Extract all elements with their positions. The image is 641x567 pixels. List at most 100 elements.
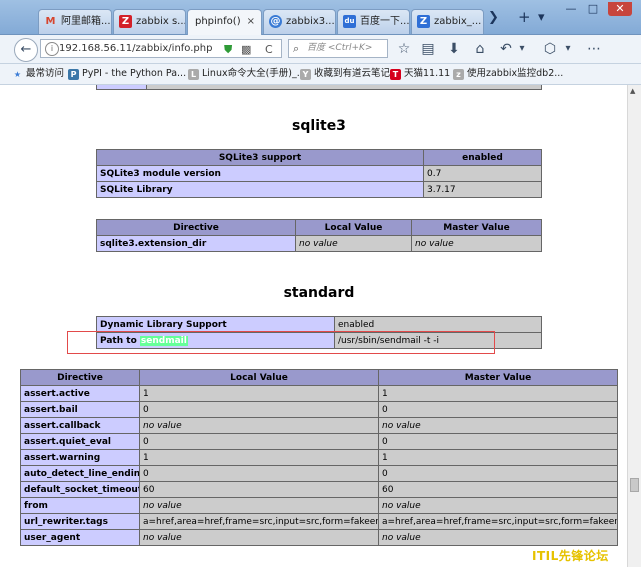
tmall-icon: T [390,69,401,80]
bookmark-label: 使用zabbix监控db2... [467,68,564,79]
tab-list-button[interactable]: ▾ [538,10,545,25]
directive-name: sqlite3.extension_dir [96,235,296,252]
mail-icon: M [45,16,56,27]
tab-bar: M 阿里邮箱... Z zabbix s... phpinfo() × @ za… [0,0,641,35]
sqlite3-directive-table: Directive Local Value Master Value sqlit… [96,219,542,252]
directive-name: SQLite Library [96,181,424,198]
bookmark-youdao-note[interactable]: Y 收藏到有道云笔记 [300,66,390,82]
tab-aliyun-mail[interactable]: M 阿里邮箱... [38,9,112,34]
table-row: assert.active 1 1 [20,385,618,402]
bookmark-label: 天猫11.11 [404,68,451,79]
table-row: assert.bail 0 0 [20,401,618,418]
table-row: assert.warning 1 1 [20,449,618,466]
local-value: no value [139,497,379,514]
table-row: user_agent no value no value [20,529,618,546]
table-header: enabled [423,149,542,166]
page-icon: L [188,69,199,80]
star-folder-icon: ★ [13,70,22,79]
bookmark-star-icon[interactable]: ☆ [394,39,414,59]
section-title-standard: standard [283,285,355,301]
search-engine-label: 百度 [307,43,326,53]
tab-baidu[interactable]: du 百度一下... [337,9,410,34]
local-value: 0 [139,433,379,450]
qr-code-icon[interactable]: ▩ [241,41,251,58]
vertical-scrollbar[interactable]: ▲ [627,85,641,567]
master-value: no value [378,417,618,434]
close-window-button[interactable]: ✕ [608,2,632,16]
directive-value: 0.7 [423,165,542,182]
search-input[interactable]: ⌕ 百度 <Ctrl+K> [288,39,388,58]
home-icon[interactable]: ⌂ [470,39,490,59]
directive-name: url_rewriter.tags [20,513,140,530]
directive-name: assert.active [20,385,140,402]
bookmark-zabbix-db2[interactable]: z 使用zabbix监控db2... [453,66,563,82]
tab-phpinfo[interactable]: phpinfo() × [187,9,262,35]
extension-menu-icon[interactable]: ▾ [558,39,578,59]
table-row: sqlite3.extension_dir no value no value [96,235,542,252]
search-placeholder: <Ctrl+K> [327,43,373,53]
tab-zabbix-underscore[interactable]: Z zabbix_... [411,9,484,34]
local-value: 60 [139,481,379,498]
table-header-row: Directive Local Value Master Value [96,219,542,236]
bookmark-linux-commands[interactable]: L Linux命令大全(手册)_... [188,66,306,82]
baidu-paw-icon: du [343,15,356,28]
bookmark-most-visited[interactable]: ★ 最常访问 [12,66,64,82]
note-icon: Y [300,69,311,80]
table-header: Directive [20,369,140,386]
new-tab-button[interactable]: + [518,8,531,26]
master-value: 0 [378,401,618,418]
close-tab-icon[interactable]: × [247,10,255,34]
local-value: 1 [139,449,379,466]
shield-icon[interactable]: ⛊ [224,41,232,58]
table-header: Local Value [139,369,379,386]
chat-icon[interactable]: ⋯ [584,39,604,59]
table-row: from no value no value [20,497,618,514]
bookmark-tmall[interactable]: T 天猫11.11 [390,66,450,82]
table-row: assert.quiet_eval 0 0 [20,433,618,450]
bookmarks-bar: ★ 最常访问 P PyPI - the Python Pa... L Linux命令大… [0,64,641,85]
standard-directive-table: Directive Local Value Master Value asser… [20,369,618,546]
table-row: url_rewriter.tags a=href,area=href,frame=… [20,513,618,530]
directive-name: SQLite3 module version [96,165,424,182]
bookmark-label: PyPI - the Python Pa... [82,68,187,79]
master-value: 1 [378,449,618,466]
local-value: 0 [139,465,379,482]
tab-label: 百度一下... [360,16,410,27]
table-row: SQLite Library 3.7.17 [96,181,542,198]
tab-scroll-icon[interactable]: ❯ [488,10,499,25]
table-header: Directive [96,219,296,236]
undo-menu-icon[interactable]: ▾ [512,39,532,59]
reload-icon[interactable]: C [265,41,273,58]
local-value: 1 [139,385,379,402]
section-title-sqlite3: sqlite3 [292,118,346,134]
tab-label: phpinfo() [195,16,241,27]
table-row: default_socket_timeout 60 60 [20,481,618,498]
search-icon: ⌕ [293,42,300,55]
directive-name: assert.bail [20,401,140,418]
reading-list-icon[interactable]: ▤ [418,39,438,59]
scroll-up-arrow-icon[interactable]: ▲ [630,87,635,95]
phpinfo-page: sqlite3 SQLite3 support enabled SQLite3 … [0,85,627,567]
table-header: Master Value [378,369,618,386]
master-value: 1 [378,385,618,402]
scrollbar-thumb[interactable] [630,478,639,492]
maximize-button[interactable]: □ [584,2,602,16]
sqlite3-support-table: SQLite3 support enabled SQLite3 module v… [96,149,542,198]
master-value: 60 [378,481,618,498]
bookmark-pypi[interactable]: P PyPI - the Python Pa... [68,66,186,82]
extension-icon[interactable]: ⬡ [540,39,560,59]
minimize-button[interactable]: — [562,2,580,16]
download-icon[interactable]: ⬇ [444,39,464,59]
tab-label: zabbix3.... [286,16,336,27]
local-value: a=href,area=href,frame=src,input=src,for… [139,513,379,530]
master-value: 0 [378,465,618,482]
zabbix-doc-icon: Z [417,15,430,28]
directive-name: auto_detect_line_endings [20,465,140,482]
site-info-icon[interactable]: i [45,42,59,56]
tab-zabbix3[interactable]: @ zabbix3.... [263,9,336,34]
master-value: no value [378,497,618,514]
directive-name: assert.callback [20,417,140,434]
tab-zabbix-s[interactable]: Z zabbix s... [113,9,186,34]
back-button[interactable]: ← [14,38,38,62]
address-bar[interactable]: i 192.168.56.11/zabbix/info.php ⛊ ▩ C [40,39,282,58]
